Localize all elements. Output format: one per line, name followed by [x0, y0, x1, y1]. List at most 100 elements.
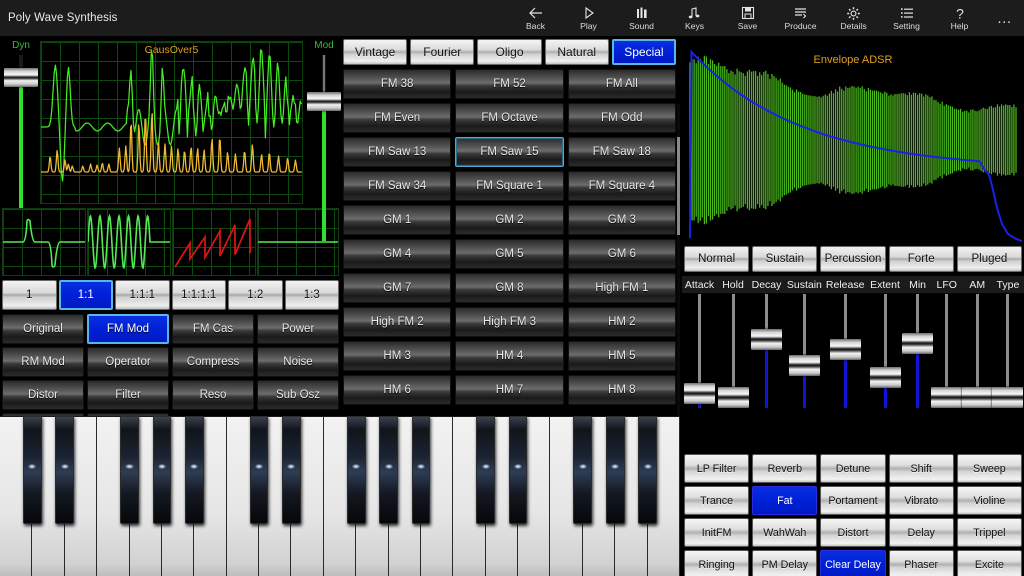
preset-button-fm-all[interactable]: FM All: [568, 69, 676, 99]
slider-track-sustain[interactable]: [803, 294, 806, 408]
preset-button-hm-8[interactable]: HM 8: [568, 375, 676, 405]
preset-button-fm-saw-13[interactable]: FM Saw 13: [343, 137, 451, 167]
preset-button-fm-odd[interactable]: FM Odd: [568, 103, 676, 133]
effect-button-detune[interactable]: Detune: [820, 454, 885, 483]
preset-button-gm-3[interactable]: GM 3: [568, 205, 676, 235]
preset-button-fm-square-4[interactable]: FM Square 4: [568, 171, 676, 201]
black-key-D#3[interactable]: [509, 416, 528, 524]
toolbar-button-sound[interactable]: Sound: [615, 0, 668, 36]
preset-button-gm-1[interactable]: GM 1: [343, 205, 451, 235]
preset-button-hm-2[interactable]: HM 2: [568, 307, 676, 337]
toolbar-button-keys[interactable]: Keys: [668, 0, 721, 36]
effect-button-pm-delay[interactable]: PM Delay: [752, 550, 817, 576]
preset-button-high-fm-1[interactable]: High FM 1: [568, 273, 676, 303]
slider-thumb-type[interactable]: [992, 387, 1023, 408]
preset-button-gm-6[interactable]: GM 6: [568, 239, 676, 269]
preset-button-hm-5[interactable]: HM 5: [568, 341, 676, 371]
tab-fourier[interactable]: Fourier: [410, 39, 474, 65]
preset-button-fm-saw-15[interactable]: FM Saw 15: [455, 137, 563, 167]
effect-button-delay[interactable]: Delay: [889, 518, 954, 547]
preset-button-hm-7[interactable]: HM 7: [455, 375, 563, 405]
black-key-A#2[interactable]: [412, 416, 431, 524]
envelope-preset-sustain[interactable]: Sustain: [752, 246, 817, 272]
black-key-G#2[interactable]: [379, 416, 398, 524]
mode-button-operator[interactable]: Operator: [87, 347, 169, 377]
effect-button-reverb[interactable]: Reverb: [752, 454, 817, 483]
slider-track-decay[interactable]: [765, 294, 768, 408]
black-key-C#1[interactable]: [23, 416, 42, 524]
slider-thumb-hold[interactable]: [718, 387, 749, 408]
slider-thumb-am[interactable]: [962, 387, 993, 408]
slider-thumb-release[interactable]: [830, 339, 861, 360]
preset-button-fm-octave[interactable]: FM Octave: [455, 103, 563, 133]
envelope-preset-normal[interactable]: Normal: [684, 246, 749, 272]
ratio-button-1-3[interactable]: 1:3: [285, 280, 340, 310]
preset-button-gm-2[interactable]: GM 2: [455, 205, 563, 235]
effect-button-trance[interactable]: Trance: [684, 486, 749, 515]
dyn-slider-thumb[interactable]: [4, 68, 38, 87]
preset-button-hm-6[interactable]: HM 6: [343, 375, 451, 405]
mode-button-rm-mod[interactable]: RM Mod: [2, 347, 84, 377]
toolbar-button-save[interactable]: Save: [721, 0, 774, 36]
mode-button-distor[interactable]: Distor: [2, 380, 84, 410]
ratio-button-1[interactable]: 1: [2, 280, 57, 310]
mode-button-fm-cas[interactable]: FM Cas: [172, 314, 254, 344]
mode-button-fm-mod[interactable]: FM Mod: [87, 314, 169, 344]
envelope-preset-forte[interactable]: Forte: [889, 246, 954, 272]
black-key-F#1[interactable]: [120, 416, 139, 524]
slider-thumb-min[interactable]: [902, 333, 933, 354]
effect-button-excite[interactable]: Excite: [957, 550, 1022, 576]
preset-button-fm-saw-18[interactable]: FM Saw 18: [568, 137, 676, 167]
ratio-button-1-2[interactable]: 1:2: [228, 280, 283, 310]
envelope-preset-pluged[interactable]: Pluged: [957, 246, 1022, 272]
preset-button-fm-38[interactable]: FM 38: [343, 69, 451, 99]
mod-slider-thumb[interactable]: [307, 92, 341, 111]
effect-button-sweep[interactable]: Sweep: [957, 454, 1022, 483]
preset-button-fm-square-1[interactable]: FM Square 1: [455, 171, 563, 201]
toolbar-button-setting[interactable]: Setting: [880, 0, 933, 36]
toolbar-button-details[interactable]: Details: [827, 0, 880, 36]
effect-button-wahwah[interactable]: WahWah: [752, 518, 817, 547]
black-key-A#1[interactable]: [185, 416, 204, 524]
mode-button-filter[interactable]: Filter: [87, 380, 169, 410]
effect-button-distort[interactable]: Distort: [820, 518, 885, 547]
tab-vintage[interactable]: Vintage: [343, 39, 407, 65]
black-key-G#1[interactable]: [153, 416, 172, 524]
black-key-F#3[interactable]: [573, 416, 592, 524]
preset-button-hm-3[interactable]: HM 3: [343, 341, 451, 371]
toolbar-button-play[interactable]: Play: [562, 0, 615, 36]
mod-slider[interactable]: Mod: [305, 40, 343, 244]
toolbar-button-back[interactable]: Back: [509, 0, 562, 36]
ratio-button-1-1[interactable]: 1:1: [59, 280, 114, 310]
mode-button-original[interactable]: Original: [2, 314, 84, 344]
slider-thumb-lfo[interactable]: [931, 387, 962, 408]
toolbar-button-produce[interactable]: Produce: [774, 0, 827, 36]
envelope-preset-percussion[interactable]: Percussion: [820, 246, 885, 272]
toolbar-button-help[interactable]: ? Help: [933, 0, 986, 36]
effect-button-lp-filter[interactable]: LP Filter: [684, 454, 749, 483]
piano-keyboard[interactable]: [0, 416, 680, 576]
effect-button-vibrato[interactable]: Vibrato: [889, 486, 954, 515]
mode-button-noise[interactable]: Noise: [257, 347, 339, 377]
black-key-A#3[interactable]: [638, 416, 657, 524]
preset-button-gm-8[interactable]: GM 8: [455, 273, 563, 303]
effect-button-violine[interactable]: Violine: [957, 486, 1022, 515]
black-key-D#1[interactable]: [55, 416, 74, 524]
effect-button-ringing[interactable]: Ringing: [684, 550, 749, 576]
preset-button-gm-4[interactable]: GM 4: [343, 239, 451, 269]
preset-button-fm-52[interactable]: FM 52: [455, 69, 563, 99]
ratio-button-1-1-1[interactable]: 1:1:1: [115, 280, 170, 310]
effect-button-fat[interactable]: Fat: [752, 486, 817, 515]
preset-button-high-fm-3[interactable]: High FM 3: [455, 307, 563, 337]
tab-natural[interactable]: Natural: [545, 39, 609, 65]
tab-special[interactable]: Special: [612, 39, 676, 65]
effect-button-clear-delay[interactable]: Clear Delay: [820, 550, 885, 576]
slider-thumb-attack[interactable]: [684, 383, 715, 404]
preset-button-fm-saw-34[interactable]: FM Saw 34: [343, 171, 451, 201]
preset-button-gm-7[interactable]: GM 7: [343, 273, 451, 303]
effect-button-portament[interactable]: Portament: [820, 486, 885, 515]
ratio-button-1-1-1-1[interactable]: 1:1:1:1: [172, 280, 227, 310]
slider-track-extent[interactable]: [884, 294, 887, 408]
effect-button-initfm[interactable]: InitFM: [684, 518, 749, 547]
effect-button-phaser[interactable]: Phaser: [889, 550, 954, 576]
